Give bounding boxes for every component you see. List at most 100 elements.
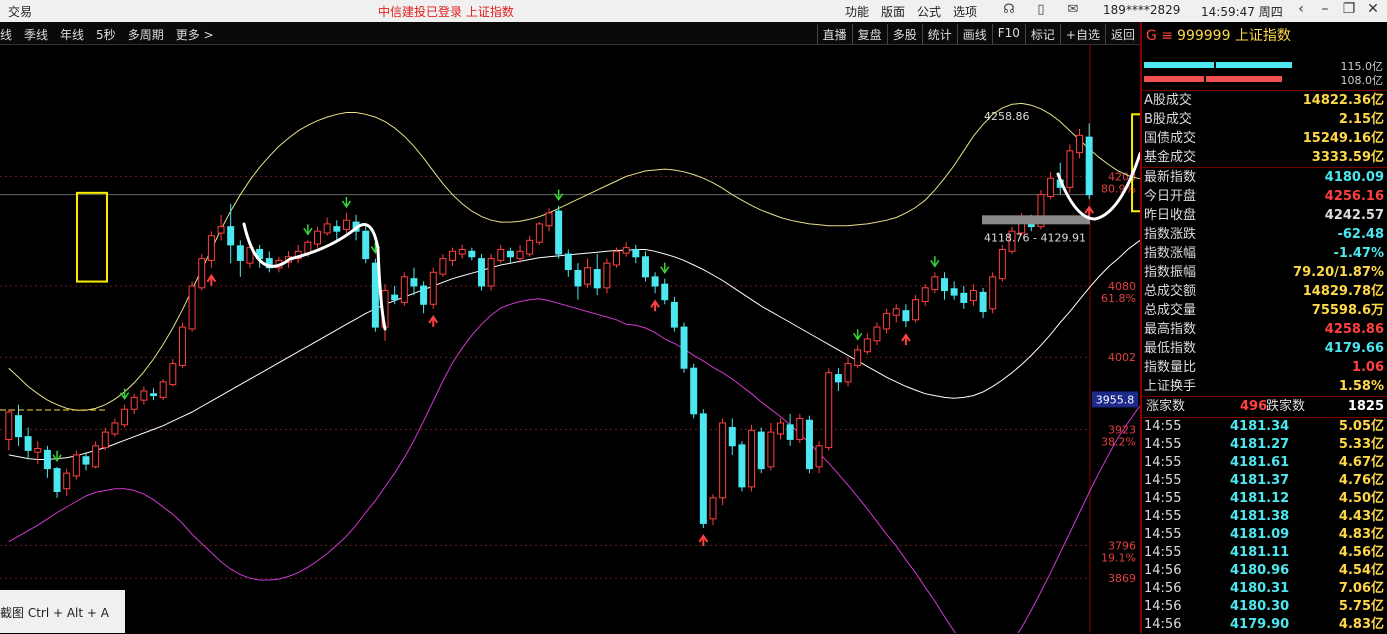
tick-time: 14:55: [1144, 491, 1182, 506]
candle-body: [998, 248, 1006, 280]
candle-body: [439, 258, 447, 275]
restore-icon[interactable]: ❐: [1338, 1, 1360, 21]
row-label: 指数涨跌: [1144, 227, 1197, 242]
row-value: 15249.16亿: [1302, 131, 1384, 146]
buy-bar-b: [1216, 62, 1292, 68]
menu-layout[interactable]: 版面: [881, 3, 905, 20]
turnover-rows: A股成交 14822.36亿 B股成交 2.15亿 国债成交 15249.16亿 基金成交 3…: [1142, 91, 1387, 167]
turnover-row: 国债成交 15249.16亿: [1142, 129, 1387, 148]
tick-time: 14:56: [1144, 581, 1182, 596]
tool-buttons: 直播 复盘 多股 统计 画线 F10 标记 +自选 返回: [816, 24, 1140, 45]
buy-arrow-icon: [428, 315, 439, 327]
tick-time: 14:56: [1144, 599, 1182, 614]
buy-arrow-icon: [650, 299, 660, 312]
tick-row[interactable]: 14:56 4180.30 5.75亿: [1142, 598, 1387, 616]
kline-chart[interactable]: 420080.9%408061.8%4002392338.2%379619.1%…: [0, 44, 1140, 633]
row-value: 14829.78亿: [1302, 284, 1384, 299]
row-value: -1.47%: [1333, 246, 1385, 261]
tick-price: 4181.11: [1230, 545, 1290, 560]
candle-body: [680, 326, 688, 369]
close-icon[interactable]: ✕: [1362, 1, 1384, 21]
draw-button[interactable]: 画线: [956, 24, 992, 45]
period-tabs: 线 季线 年线 5秒 多周期 更多 >: [0, 26, 214, 43]
stats-button[interactable]: 统计: [921, 24, 957, 45]
mark-button[interactable]: 标记: [1024, 24, 1060, 45]
candle-body: [410, 278, 418, 287]
mail-icon[interactable]: ✉: [1064, 2, 1082, 18]
tick-row[interactable]: 14:56 4179.90 4.83亿: [1142, 616, 1387, 634]
boll-mid-line: [8, 239, 1140, 460]
menu-options[interactable]: 选项: [953, 3, 977, 20]
tick-list[interactable]: 14:55 4181.34 5.05亿 14:55 4181.27 5.33亿 14:55 4…: [1142, 418, 1387, 634]
tick-volume: 5.75亿: [1338, 599, 1384, 614]
candle-body: [458, 248, 466, 255]
candle-body: [940, 278, 948, 292]
user-phone: 189****2829: [1103, 3, 1181, 17]
candle-body: [603, 262, 611, 289]
candle-body: [391, 294, 399, 301]
candle-body: [613, 250, 621, 266]
tick-volume: 4.50亿: [1338, 491, 1384, 506]
row-value: 1.06: [1351, 360, 1384, 375]
row-label: 今日开盘: [1144, 189, 1197, 204]
sell-arrow-icon: [930, 256, 940, 268]
tick-row[interactable]: 14:55 4181.12 4.50亿: [1142, 490, 1387, 508]
return-button[interactable]: 返回: [1104, 24, 1140, 45]
row-value: 4256.16: [1324, 189, 1384, 204]
live-button[interactable]: 直播: [816, 24, 852, 45]
tick-volume: 4.76亿: [1338, 473, 1384, 488]
replay-button[interactable]: 复盘: [851, 24, 887, 45]
sell-arrow-icon: [119, 388, 130, 401]
tick-row[interactable]: 14:55 4181.09 4.83亿: [1142, 526, 1387, 544]
tick-row[interactable]: 14:55 4181.34 5.05亿: [1142, 418, 1387, 436]
index-row: 今日开盘 4256.16: [1142, 187, 1387, 206]
advance-decline: 涨家数 496 跌家数 1825: [1142, 396, 1387, 418]
row-label: 指数量比: [1144, 360, 1197, 375]
menu-function[interactable]: 功能: [845, 3, 869, 20]
tab-multi-period[interactable]: 多周期: [128, 26, 164, 43]
tick-row[interactable]: 14:56 4180.96 4.54亿: [1142, 562, 1387, 580]
candle-body: [82, 456, 90, 465]
tab-year[interactable]: 年线: [60, 26, 84, 43]
chart-toolbar: 线 季线 年线 5秒 多周期 更多 > 直播 复盘 多股 统计 画线 F10 标…: [0, 22, 1140, 45]
tick-row[interactable]: 14:56 4180.31 7.06亿: [1142, 580, 1387, 598]
phone-icon[interactable]: ▯: [1032, 2, 1050, 18]
index-row: 总成交量 75598.6万: [1142, 301, 1387, 320]
down-label: 跌家数: [1266, 399, 1306, 414]
tab-more[interactable]: 更多 >: [176, 26, 214, 43]
tick-row[interactable]: 14:55 4181.61 4.67亿: [1142, 454, 1387, 472]
candle-body: [545, 212, 553, 227]
add-watchlist-button[interactable]: +自选: [1059, 24, 1105, 45]
candle-body: [535, 223, 543, 243]
f10-button[interactable]: F10: [991, 24, 1025, 45]
multi-stock-button[interactable]: 多股: [886, 24, 922, 45]
headset-icon[interactable]: ☊: [1000, 2, 1018, 18]
security-name: 上证指数: [1234, 28, 1291, 44]
tick-volume: 4.83亿: [1338, 617, 1384, 632]
tick-row[interactable]: 14:55 4181.38 4.43亿: [1142, 508, 1387, 526]
axis-fib-label: 61.8%: [1101, 292, 1136, 305]
candle-body: [24, 436, 32, 451]
tab-quarter[interactable]: 季线: [24, 26, 48, 43]
tick-row[interactable]: 14:55 4181.11 4.56亿: [1142, 544, 1387, 562]
tick-price: 4181.34: [1230, 419, 1290, 434]
tick-row[interactable]: 14:55 4181.27 5.33亿: [1142, 436, 1387, 454]
group-icon: G ≡: [1146, 28, 1174, 44]
tick-time: 14:55: [1144, 509, 1182, 524]
minimize-icon[interactable]: –: [1314, 1, 1336, 21]
candle-body: [979, 291, 987, 313]
tick-row[interactable]: 14:55 4181.37 4.76亿: [1142, 472, 1387, 490]
candle-body: [101, 431, 109, 449]
candle-body: [487, 258, 495, 287]
tab-5sec[interactable]: 5秒: [96, 26, 116, 43]
candle-body: [130, 396, 138, 410]
tick-time: 14:55: [1144, 455, 1182, 470]
tab-partial[interactable]: 线: [0, 26, 12, 43]
tick-time: 14:55: [1144, 437, 1182, 452]
candle-body: [796, 417, 804, 440]
menu-formula[interactable]: 公式: [917, 3, 941, 20]
sell-arrow-icon: [303, 224, 313, 236]
candle-body: [1076, 134, 1084, 154]
back-icon[interactable]: ‹: [1290, 1, 1312, 21]
up-count: 496: [1240, 399, 1268, 414]
